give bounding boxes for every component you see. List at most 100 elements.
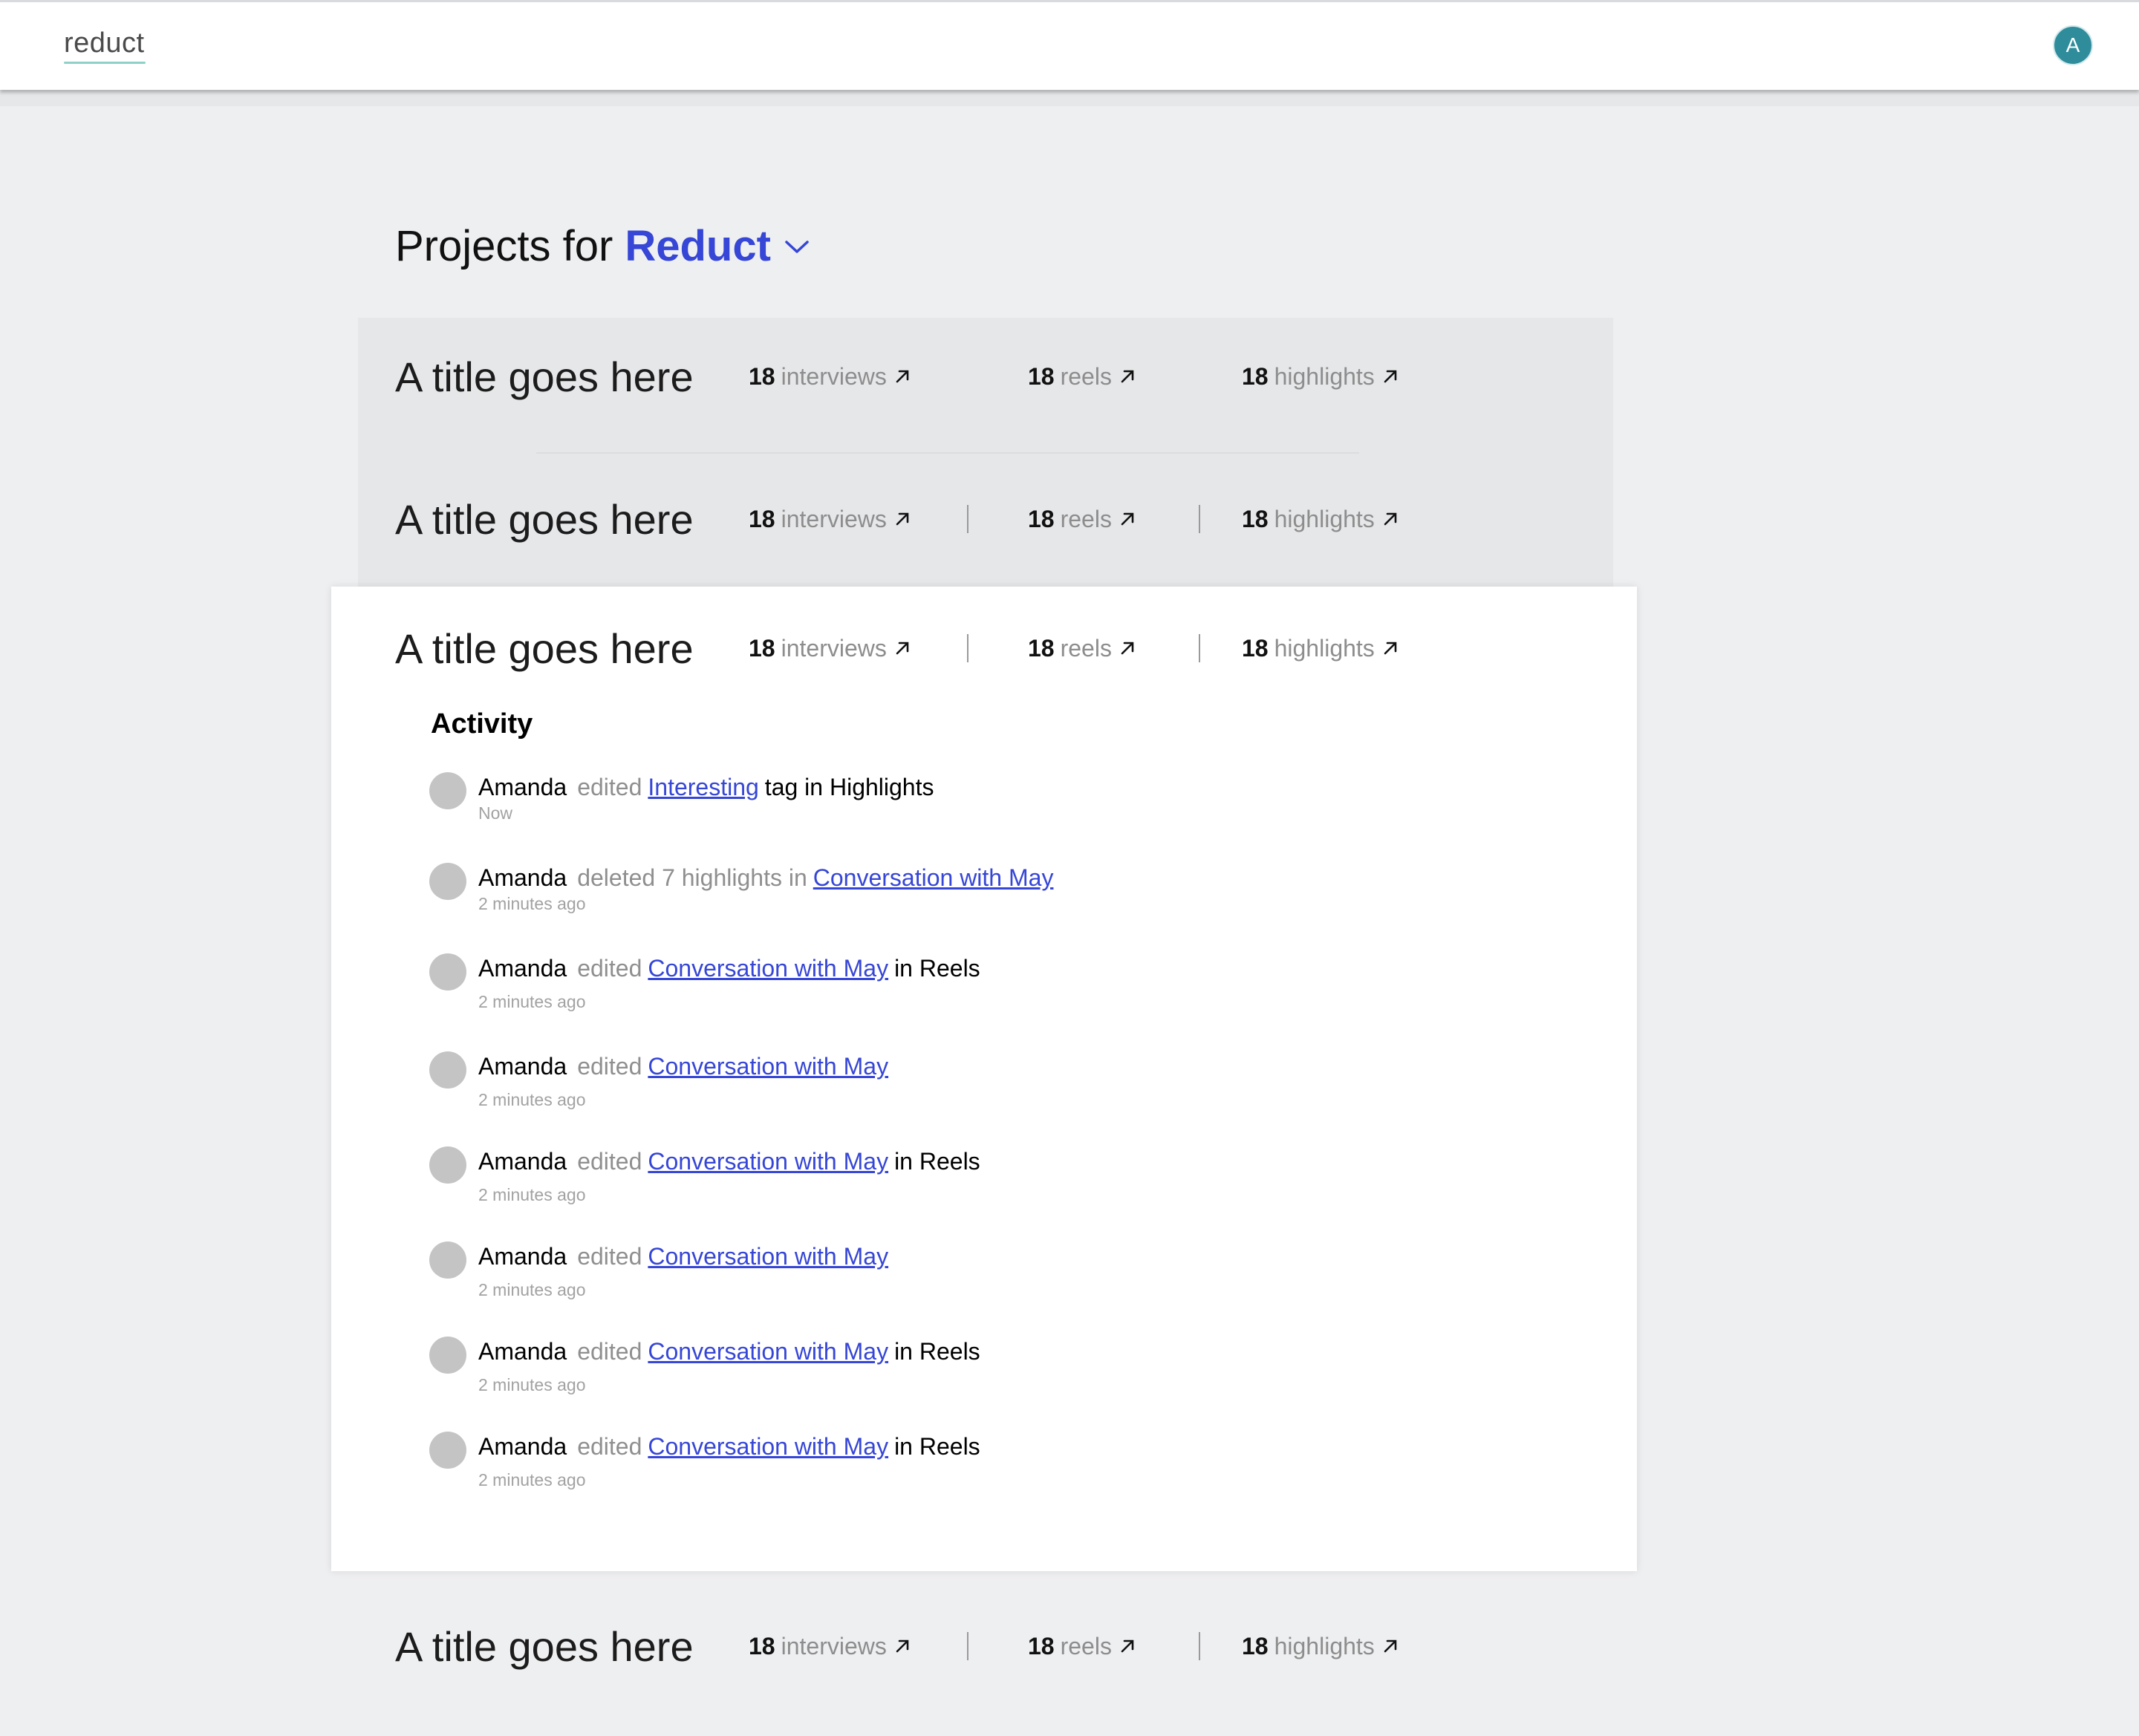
activity-avatar <box>429 1146 466 1184</box>
interviews-label: interviews <box>781 1632 887 1660</box>
activity-item: Amanda edited Conversation with May in Reel… <box>429 1432 980 1490</box>
reels-link[interactable]: 18 reels <box>1028 1633 1199 1660</box>
activity-link[interactable]: Interesting <box>648 774 758 800</box>
reels-label: reels <box>1060 505 1112 532</box>
external-arrow-icon <box>896 512 909 526</box>
activity-time: 2 minutes ago <box>478 1090 586 1109</box>
stat-separator <box>967 634 968 662</box>
activity-link[interactable]: Conversation with May <box>648 1243 888 1270</box>
external-arrow-icon <box>896 370 909 383</box>
external-arrow-icon <box>1384 1639 1397 1653</box>
external-arrow-icon <box>896 1639 909 1653</box>
activity-time: 2 minutes ago <box>478 992 586 1011</box>
activity-link[interactable]: Conversation with May <box>648 1433 888 1460</box>
activity-detail: tag in Highlights <box>764 774 934 800</box>
activity-item: Amanda edited Interesting tag in Highlights… <box>429 772 934 823</box>
activity-user: Amanda <box>478 955 567 982</box>
interviews-link[interactable]: 18 interviews <box>749 506 967 533</box>
highlights-label: highlights <box>1274 1632 1375 1660</box>
highlights-count: 18 <box>1242 505 1269 532</box>
project-title[interactable]: A title goes here <box>395 353 749 401</box>
activity-user: Amanda <box>478 864 567 891</box>
logo-underline <box>64 62 146 64</box>
activity-verb: edited <box>577 1053 642 1080</box>
activity-user: Amanda <box>478 1433 567 1460</box>
reels-link[interactable]: 18 reels <box>1028 363 1242 391</box>
org-switcher[interactable]: Reduct <box>625 221 771 271</box>
interviews-link[interactable]: 18 interviews <box>749 1633 967 1660</box>
app-logo[interactable]: reduct <box>64 27 145 59</box>
interviews-label: interviews <box>781 505 887 532</box>
external-arrow-icon <box>1384 370 1397 383</box>
project-row[interactable]: A title goes here 18 interviews 18 reels… <box>395 489 1399 549</box>
external-arrow-icon <box>1121 642 1134 655</box>
external-arrow-icon <box>1384 642 1397 655</box>
reels-count: 18 <box>1028 1632 1055 1660</box>
project-title[interactable]: A title goes here <box>395 1622 749 1671</box>
activity-verb: deleted 7 highlights in <box>577 864 807 891</box>
activity-item: Amanda edited Conversation with May in Reel… <box>429 1146 980 1205</box>
highlights-label: highlights <box>1274 634 1375 662</box>
highlights-link[interactable]: 18 highlights <box>1242 363 1399 391</box>
activity-verb: edited <box>577 1148 642 1175</box>
interviews-link[interactable]: 18 interviews <box>749 635 967 662</box>
interviews-label: interviews <box>781 634 887 662</box>
activity-link[interactable]: Conversation with May <box>648 955 888 982</box>
project-row[interactable]: A title goes here 18 interviews 18 reels… <box>395 1616 1399 1676</box>
stat-separator <box>967 1632 968 1660</box>
external-arrow-icon <box>1384 512 1397 526</box>
page-title: Projects for Reduct <box>395 221 810 271</box>
reels-link[interactable]: 18 reels <box>1028 506 1199 533</box>
interviews-count: 18 <box>749 505 775 532</box>
reels-label: reels <box>1060 362 1112 390</box>
activity-link[interactable]: Conversation with May <box>648 1338 888 1365</box>
reels-link[interactable]: 18 reels <box>1028 635 1199 662</box>
activity-avatar <box>429 1241 466 1279</box>
chevron-down-icon[interactable] <box>784 238 810 255</box>
highlights-link[interactable]: 18 highlights <box>1242 506 1399 533</box>
project-row[interactable]: A title goes here 18 interviews 18 reels… <box>395 347 1399 406</box>
activity-item: Amanda deleted 7 highlights in Conversatio… <box>429 863 1059 914</box>
activity-verb: edited <box>577 1243 642 1270</box>
activity-detail: in Reels <box>894 1148 980 1175</box>
highlights-link[interactable]: 18 highlights <box>1242 1633 1399 1660</box>
activity-link[interactable]: Conversation with May <box>648 1053 888 1080</box>
interviews-count: 18 <box>749 362 775 390</box>
highlights-count: 18 <box>1242 1632 1269 1660</box>
activity-time: 2 minutes ago <box>478 1470 586 1489</box>
activity-user: Amanda <box>478 774 567 800</box>
user-avatar-button[interactable]: A <box>2053 25 2093 65</box>
project-title[interactable]: A title goes here <box>395 624 749 673</box>
activity-avatar <box>429 1337 466 1374</box>
highlights-link[interactable]: 18 highlights <box>1242 635 1399 662</box>
reels-count: 18 <box>1028 505 1055 532</box>
reels-label: reels <box>1060 634 1112 662</box>
stat-separator <box>1199 505 1200 533</box>
activity-item: Amanda edited Conversation with May in Reel… <box>429 1337 980 1395</box>
project-row-expanded[interactable]: A title goes here 18 interviews 18 reels… <box>395 619 1399 678</box>
external-arrow-icon <box>1121 1639 1134 1653</box>
interviews-link[interactable]: 18 interviews <box>749 363 983 391</box>
highlights-label: highlights <box>1274 362 1375 390</box>
activity-item: Amanda edited Conversation with May in Reel… <box>429 953 980 1012</box>
page-title-prefix: Projects for <box>395 222 613 270</box>
activity-verb: edited <box>577 1433 642 1460</box>
activity-time: 2 minutes ago <box>478 1280 586 1299</box>
stat-separator <box>967 505 968 533</box>
stat-separator <box>1199 1632 1200 1660</box>
activity-time: 2 minutes ago <box>478 1185 586 1204</box>
highlights-label: highlights <box>1274 505 1375 532</box>
activity-user: Amanda <box>478 1338 567 1365</box>
activity-link[interactable]: Conversation with May <box>813 864 1054 891</box>
toolbar-strip <box>0 90 2139 106</box>
stat-separator <box>1199 634 1200 662</box>
interviews-count: 18 <box>749 1632 775 1660</box>
row-divider <box>536 452 1359 454</box>
activity-item: Amanda edited Conversation with May 2 minu… <box>429 1051 894 1110</box>
activity-avatar <box>429 772 466 809</box>
activity-link[interactable]: Conversation with May <box>648 1148 888 1175</box>
activity-time: 2 minutes ago <box>478 894 586 913</box>
activity-verb: edited <box>577 1338 642 1365</box>
project-title[interactable]: A title goes here <box>395 495 749 544</box>
activity-time: Now <box>478 803 513 823</box>
